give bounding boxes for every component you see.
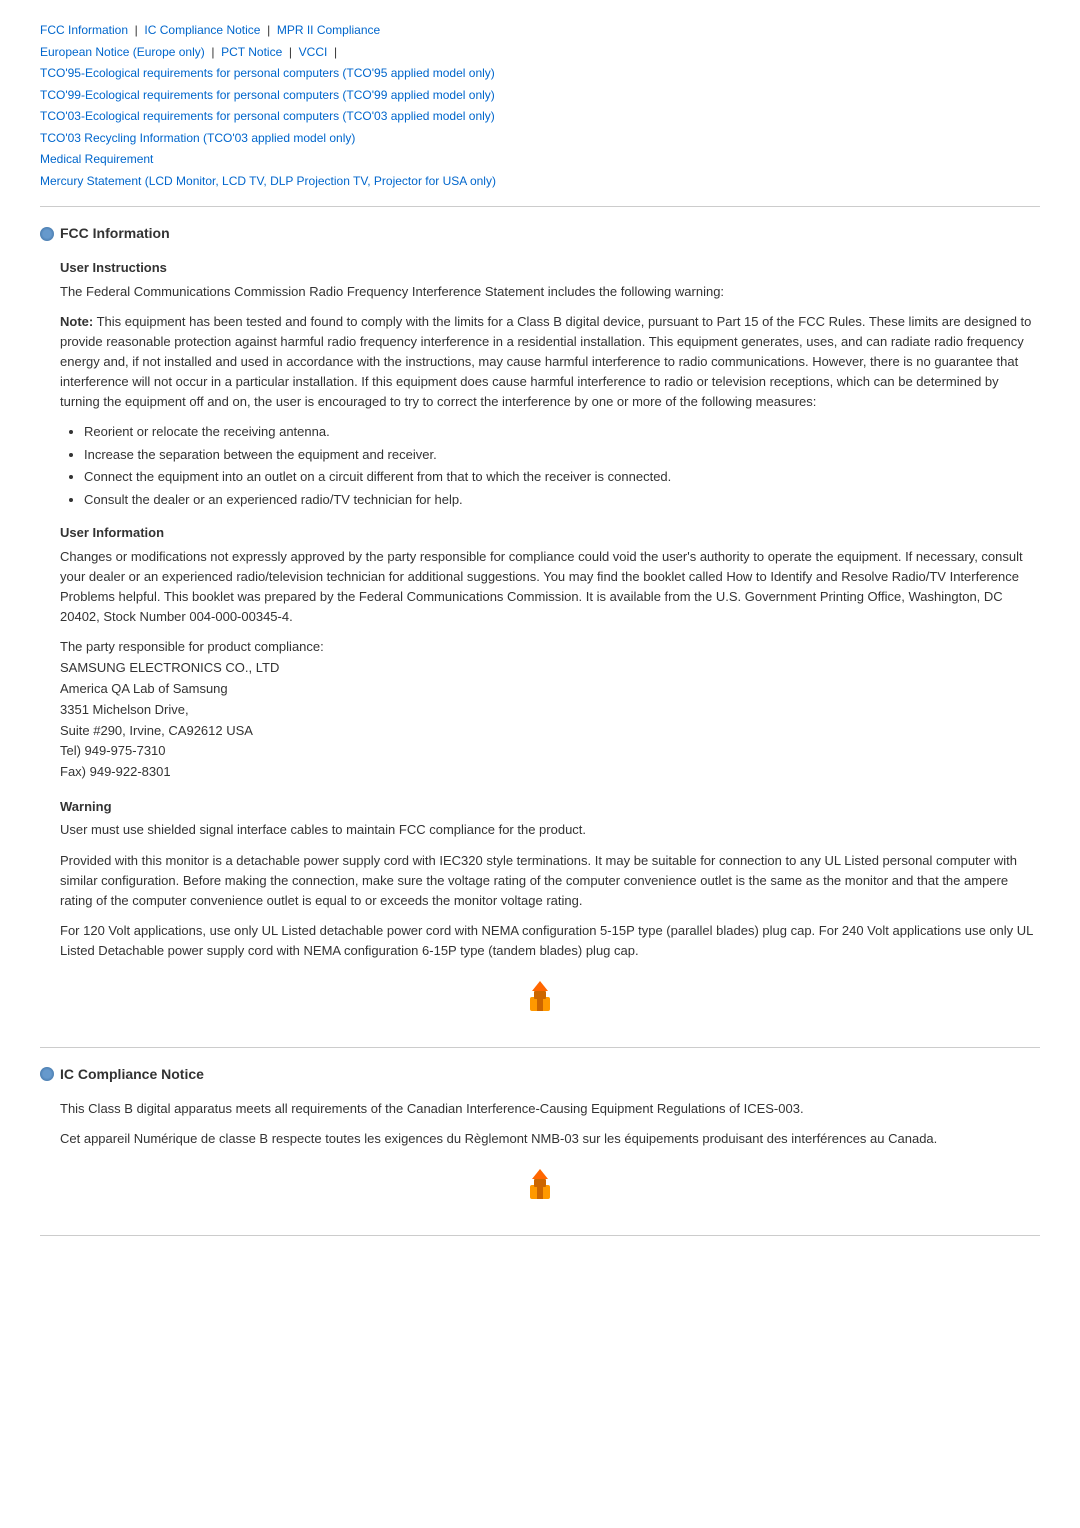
ic-section: IC Compliance Notice This Class B digita… [40,1064,1040,1211]
ic-section-title: IC Compliance Notice [60,1064,204,1085]
note-label: Note: [60,314,93,329]
address-line-3: Suite #290, Irvine, CA92612 USA [60,721,1040,742]
measures-list: Reorient or relocate the receiving anten… [84,422,1040,509]
note-text: This equipment has been tested and found… [60,314,1031,410]
fcc-section-header: FCC Information [40,223,1040,244]
middle-divider [40,1047,1040,1048]
address-line-0: SAMSUNG ELECTRONICS CO., LTD [60,658,1040,679]
user-instructions-heading: User Instructions [60,258,1040,278]
address-block: The party responsible for product compli… [60,637,1040,783]
nav-link-pct[interactable]: PCT Notice [221,45,282,59]
navigation-links: FCC Information | IC Compliance Notice |… [40,20,1040,190]
ic-top-button-container [40,1165,1040,1211]
nav-link-tco03[interactable]: TCO'03-Ecological requirements for perso… [40,109,495,123]
warning-subsection: Warning User must use shielded signal in… [60,797,1040,961]
address-line-5: Fax) 949-922-8301 [60,762,1040,783]
nav-line-7: Medical Requirement [40,149,1040,169]
list-item: Connect the equipment into an outlet on … [84,467,1040,487]
nav-line-8: Mercury Statement (LCD Monitor, LCD TV, … [40,171,1040,191]
ic-para2: Cet appareil Numérique de classe B respe… [60,1129,1040,1149]
nav-link-tco03-recycling[interactable]: TCO'03 Recycling Information (TCO'03 app… [40,131,355,145]
user-information-subsection: User Information Changes or modification… [60,523,1040,783]
nav-line-6: TCO'03 Recycling Information (TCO'03 app… [40,128,1040,148]
ic-content: This Class B digital apparatus meets all… [60,1099,1040,1149]
fcc-top-button[interactable] [520,977,560,1023]
warning-para1: User must use shielded signal interface … [60,820,1040,840]
nav-link-ic[interactable]: IC Compliance Notice [144,23,260,37]
nav-link-mpr[interactable]: MPR II Compliance [277,23,380,37]
fcc-section-title: FCC Information [60,223,170,244]
nav-line-5: TCO'03-Ecological requirements for perso… [40,106,1040,126]
user-information-para1: Changes or modifications not expressly a… [60,547,1040,628]
warning-para3: For 120 Volt applications, use only UL L… [60,921,1040,961]
nav-line-1: FCC Information | IC Compliance Notice |… [40,20,1040,40]
top-icon [520,977,560,1017]
fcc-top-button-container [40,977,1040,1023]
fcc-bullet-icon [40,227,54,241]
user-instructions-para1: The Federal Communications Commission Ra… [60,282,1040,302]
nav-link-tco95[interactable]: TCO'95-Ecological requirements for perso… [40,66,495,80]
list-item: Increase the separation between the equi… [84,445,1040,465]
fcc-section: FCC Information User Instructions The Fe… [40,223,1040,1023]
bottom-divider [40,1235,1040,1236]
nav-line-4: TCO'99-Ecological requirements for perso… [40,85,1040,105]
nav-line-3: TCO'95-Ecological requirements for perso… [40,63,1040,83]
nav-link-medical[interactable]: Medical Requirement [40,152,153,166]
nav-link-mercury[interactable]: Mercury Statement (LCD Monitor, LCD TV, … [40,174,496,188]
user-instructions-subsection: User Instructions The Federal Communicat… [60,258,1040,509]
warning-para2: Provided with this monitor is a detachab… [60,851,1040,911]
address-line-4: Tel) 949-975-7310 [60,741,1040,762]
nav-link-tco99[interactable]: TCO'99-Ecological requirements for perso… [40,88,495,102]
party-label: The party responsible for product compli… [60,637,1040,658]
user-information-heading: User Information [60,523,1040,543]
nav-link-vcci[interactable]: VCCI [299,45,328,59]
list-item: Consult the dealer or an experienced rad… [84,490,1040,510]
nav-link-fcc[interactable]: FCC Information [40,23,128,37]
ic-section-header: IC Compliance Notice [40,1064,1040,1085]
top-divider [40,206,1040,207]
address-line-2: 3351 Michelson Drive, [60,700,1040,721]
nav-line-2: European Notice (Europe only) | PCT Noti… [40,42,1040,62]
ic-bullet-icon [40,1067,54,1081]
address-line-1: America QA Lab of Samsung [60,679,1040,700]
top-icon-2 [520,1165,560,1205]
ic-top-button[interactable] [520,1165,560,1211]
nav-link-european[interactable]: European Notice (Europe only) [40,45,205,59]
warning-heading: Warning [60,797,1040,817]
note-paragraph: Note: This equipment has been tested and… [60,312,1040,413]
list-item: Reorient or relocate the receiving anten… [84,422,1040,442]
ic-para1: This Class B digital apparatus meets all… [60,1099,1040,1119]
